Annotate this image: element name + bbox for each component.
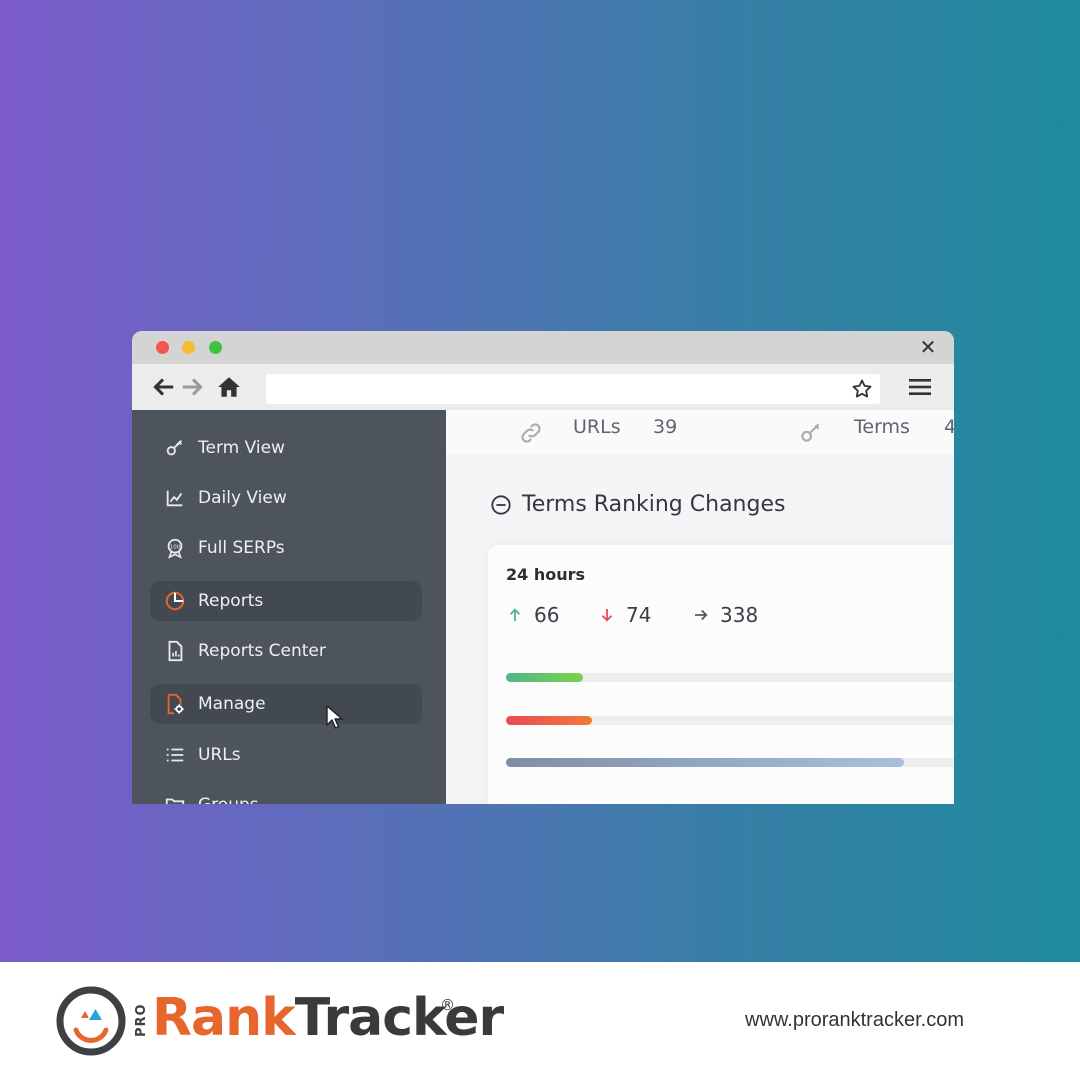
down-counter: 74 xyxy=(598,603,651,627)
close-icon[interactable]: ✕ xyxy=(918,337,938,357)
up-counter: 66 xyxy=(506,603,559,627)
report-document-icon xyxy=(164,640,186,662)
window-close-dot[interactable] xyxy=(156,341,169,354)
manage-document-gear-icon xyxy=(164,693,186,715)
same-counter: 338 xyxy=(692,603,758,627)
period-label: 24 hours xyxy=(506,565,586,584)
key-icon xyxy=(801,423,820,442)
window-maximize-dot[interactable] xyxy=(209,341,222,354)
browser-window: ✕ Term View Daily View 100 Full SERPs Re… xyxy=(132,331,954,804)
sidebar-item-label: Full SERPs xyxy=(198,538,285,558)
ranking-changes-card: 24 hours 66 74 338 xyxy=(488,545,954,804)
list-icon xyxy=(164,744,186,766)
sidebar-item-reports-center[interactable]: Reports Center xyxy=(150,631,422,671)
address-bar[interactable] xyxy=(266,374,880,404)
stats-row: URLs 39 Terms 4 xyxy=(446,410,954,454)
down-progress-fill xyxy=(506,716,593,725)
sidebar-item-daily-view[interactable]: Daily View xyxy=(150,478,422,518)
hamburger-menu-icon[interactable] xyxy=(908,376,932,398)
sidebar-item-label: Term View xyxy=(198,438,285,458)
line-chart-icon xyxy=(164,487,186,509)
link-icon xyxy=(521,423,541,443)
section-title-text: Terms Ranking Changes xyxy=(522,492,786,517)
terms-stat-value: 4 xyxy=(944,416,954,438)
sidebar-item-label: Daily View xyxy=(198,488,287,508)
bookmark-star-icon[interactable] xyxy=(850,377,874,401)
same-count: 338 xyxy=(720,603,759,627)
mouse-pointer-icon xyxy=(326,705,343,729)
proranktracker-logo-icon xyxy=(56,986,126,1056)
sidebar-item-label: URLs xyxy=(198,745,241,765)
window-minimize-dot[interactable] xyxy=(182,341,195,354)
footer: PRO RankTracker ® www.proranktracker.com xyxy=(0,962,1080,1080)
registered-mark: ® xyxy=(440,996,455,1014)
sidebar-item-full-serps[interactable]: 100 Full SERPs xyxy=(150,528,422,568)
up-count: 66 xyxy=(534,603,560,627)
sidebar: Term View Daily View 100 Full SERPs Repo… xyxy=(132,410,446,804)
down-progress-bar xyxy=(506,716,954,725)
sidebar-item-label: Reports xyxy=(198,591,264,611)
serp-100-badge-icon: 100 xyxy=(164,537,186,559)
section-title-terms-ranking-changes[interactable]: Terms Ranking Changes xyxy=(490,492,785,517)
home-icon[interactable] xyxy=(216,374,242,400)
key-icon xyxy=(164,437,186,459)
collapse-minus-icon[interactable] xyxy=(490,494,512,516)
up-progress-bar xyxy=(506,673,954,682)
back-arrow-icon[interactable] xyxy=(150,374,176,400)
browser-titlebar: ✕ xyxy=(132,331,954,364)
up-progress-fill xyxy=(506,673,583,682)
main-panel: URLs 39 Terms 4 Terms Ranking Changes 24… xyxy=(446,410,954,804)
website-url[interactable]: www.proranktracker.com xyxy=(745,1009,964,1032)
same-progress-bar xyxy=(506,758,954,767)
brand-tracker: Tracker xyxy=(294,988,504,1048)
urls-stat-label: URLs xyxy=(573,416,621,438)
browser-toolbar xyxy=(132,364,954,410)
sidebar-item-label: Groups xyxy=(198,795,259,804)
svg-text:100: 100 xyxy=(170,544,181,550)
sidebar-item-groups[interactable]: Groups xyxy=(150,785,422,804)
folder-icon xyxy=(164,794,186,804)
brand-rank: Rank xyxy=(152,988,296,1048)
arrow-down-icon xyxy=(601,609,613,622)
urls-stat-value: 39 xyxy=(653,416,678,438)
sidebar-item-label: Reports Center xyxy=(198,641,326,661)
down-count: 74 xyxy=(626,603,652,627)
pie-chart-icon xyxy=(164,590,186,612)
brand-prefix: PRO xyxy=(134,1003,149,1037)
sidebar-item-reports[interactable]: Reports xyxy=(150,581,422,621)
sidebar-item-urls[interactable]: URLs xyxy=(150,735,422,775)
terms-stat-label: Terms xyxy=(854,416,910,438)
sidebar-item-term-view[interactable]: Term View xyxy=(150,428,422,468)
same-progress-fill xyxy=(506,758,905,767)
arrow-right-icon xyxy=(695,609,708,621)
sidebar-item-label: Manage xyxy=(198,694,266,714)
sidebar-item-manage[interactable]: Manage xyxy=(150,684,422,724)
app-content: Term View Daily View 100 Full SERPs Repo… xyxy=(132,410,954,804)
arrow-up-icon xyxy=(509,608,521,621)
forward-arrow-icon[interactable] xyxy=(180,374,206,400)
